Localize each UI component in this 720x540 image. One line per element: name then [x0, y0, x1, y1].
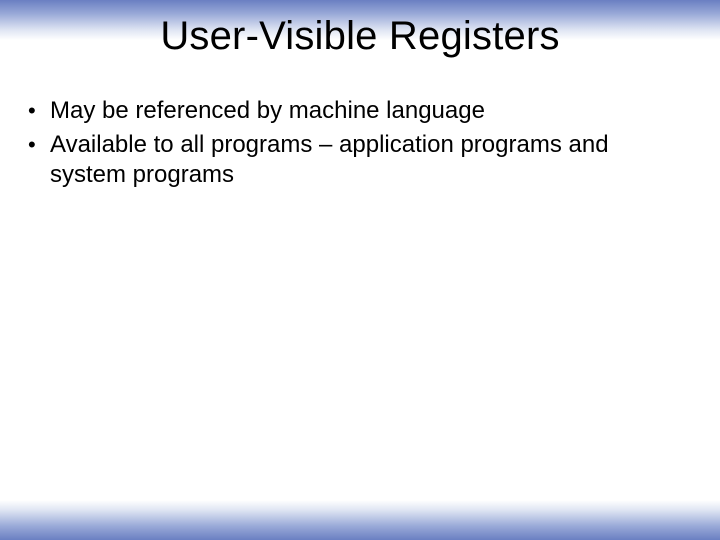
bullet-text: May be referenced by machine language — [50, 96, 680, 126]
bullet-icon — [28, 96, 50, 126]
slide-body: May be referenced by machine language Av… — [28, 96, 680, 194]
slide: User-Visible Registers May be referenced… — [0, 0, 720, 540]
list-item: May be referenced by machine language — [28, 96, 680, 126]
slide-title: User-Visible Registers — [0, 14, 720, 59]
bullet-icon — [28, 130, 50, 190]
bottom-gradient-band — [0, 500, 720, 540]
list-item: Available to all programs – application … — [28, 130, 680, 190]
bullet-text: Available to all programs – application … — [50, 130, 680, 190]
